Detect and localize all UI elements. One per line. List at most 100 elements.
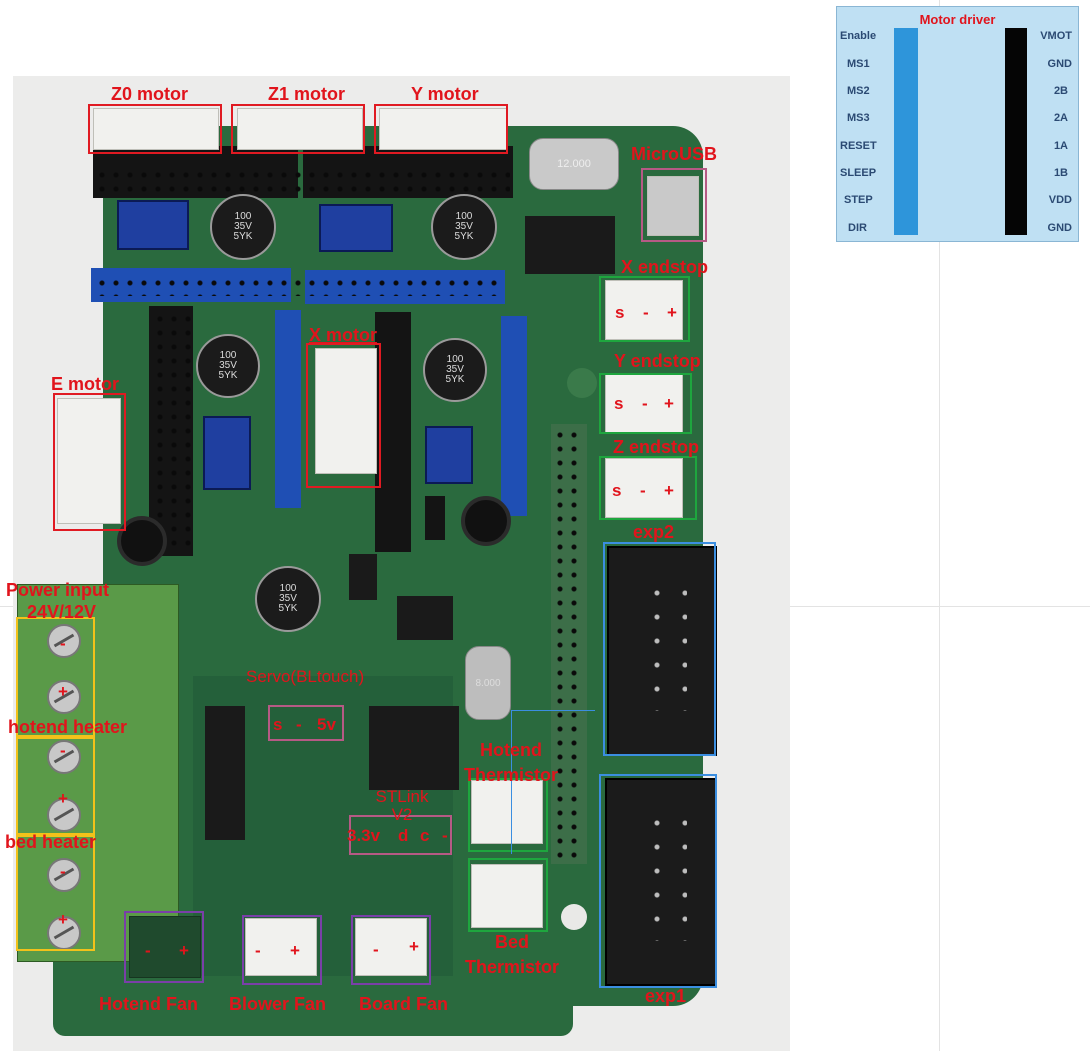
x-motor-box	[306, 343, 381, 488]
servo-label: Servo(BLtouch)	[246, 667, 365, 686]
mounting-jack	[461, 496, 511, 546]
mcu-chip	[369, 706, 459, 790]
board-fan-pin-plus: +	[409, 937, 419, 956]
hotend-fan-pin-minus: -	[145, 941, 151, 960]
hotend-heater-pin-plus: +	[58, 789, 68, 808]
legend-title: Motor driver	[919, 12, 996, 27]
power-voltage-label: 24V/12V	[27, 602, 97, 622]
header-pins	[95, 168, 510, 196]
z-endstop-pin-plus: +	[664, 481, 674, 500]
y-endstop-pin-minus: -	[642, 394, 648, 413]
driver-header-mid	[275, 310, 301, 508]
driver-header-right	[501, 316, 527, 516]
z-endstop-pin-s: s	[612, 481, 622, 500]
z1-motor-box	[231, 104, 365, 154]
y-endstop-pin-s: s	[614, 394, 624, 413]
stlink-pin-minus: -	[442, 826, 448, 845]
hotend-heater-label: hotend heater	[8, 717, 128, 737]
motor-driver-legend: Motor driver Enable MS1 MS2 MS3 RESET SL…	[836, 6, 1079, 242]
hotend-thermistor-label: Hotend Thermistor	[463, 740, 559, 785]
bed-heater-box	[16, 835, 95, 951]
capacitor: 100 35V 5YK	[255, 566, 321, 632]
usb-chip	[525, 216, 615, 274]
y-endstop-pin-plus: +	[664, 394, 674, 413]
jumper-block-3	[203, 416, 251, 490]
bed-heater-label: bed heater	[5, 832, 97, 852]
legend-right-pin: VDD	[1048, 194, 1072, 206]
x-endstop-label: X endstop	[621, 257, 709, 277]
exp2-box	[603, 542, 716, 756]
legend-left-pin: MS3	[847, 112, 870, 124]
bed-heater-pin-plus: +	[58, 910, 68, 929]
y-endstop-label: Y endstop	[614, 351, 701, 371]
mosfet	[425, 496, 445, 540]
exp1-box	[599, 774, 717, 988]
servo-pin-5v: 5v	[317, 715, 336, 734]
x-endstop-pin-plus: +	[667, 303, 677, 322]
z-endstop-label: Z endstop	[613, 437, 699, 457]
x-motor-label: X motor	[309, 325, 378, 345]
microusb-label: MicroUSB	[631, 144, 718, 164]
capacitor: 100 35V 5YK	[210, 194, 276, 260]
legend-right-pin: 1B	[1053, 167, 1068, 179]
header-pins	[153, 312, 191, 552]
blower-fan-box	[242, 915, 322, 985]
x-endstop-pin-s: s	[615, 303, 625, 322]
y-motor-box	[374, 104, 508, 154]
blower-fan-label: Blower Fan	[229, 994, 327, 1014]
jumper-block-2	[319, 204, 393, 252]
capacitor: 100 35V 5YK	[196, 334, 260, 398]
legend-left-pin: DIR	[848, 222, 867, 234]
z0-motor-label: Z0 motor	[111, 84, 189, 104]
legend-right-pin: 2B	[1053, 85, 1068, 97]
legend-right-pin: 1A	[1053, 140, 1068, 152]
legend-right-pin: VMOT	[1040, 30, 1072, 42]
microusb-box	[641, 168, 707, 242]
legend-left-pin: STEP	[844, 194, 873, 206]
y-motor-label: Y motor	[411, 84, 479, 104]
e-motor-label: E motor	[51, 374, 120, 394]
bed-thermistor-box	[468, 858, 548, 932]
hotend-heater-pin-minus: -	[60, 741, 66, 760]
header-pins	[95, 276, 501, 296]
stlink-pin-d: d	[398, 826, 409, 845]
legend-right-pin: 2A	[1053, 112, 1068, 124]
servo-pin-s: s	[273, 715, 283, 734]
mcu-crystal: 8.000	[465, 646, 511, 720]
legend-right-pin: GND	[1047, 222, 1072, 234]
power-input-label: Power input	[6, 580, 109, 600]
stlink-label: STLink V2	[375, 787, 429, 824]
board-fan-box	[351, 915, 431, 985]
jumper-block-1	[117, 200, 189, 250]
capacitor: 100 35V 5YK	[431, 194, 497, 260]
legend-right-bar	[1005, 28, 1027, 235]
bed-heater-pin-minus: -	[60, 862, 66, 881]
x-endstop-pin-minus: -	[643, 303, 649, 322]
power-pin-minus: -	[60, 634, 66, 653]
blower-fan-pin-plus: +	[290, 941, 300, 960]
stlink-pin-c: c	[420, 826, 430, 845]
stlink-pin-3v3: 3.3v	[347, 826, 381, 845]
fuse	[349, 554, 377, 600]
z0-motor-box	[88, 104, 222, 154]
jumper-block-4	[425, 426, 473, 484]
mounting-hole	[567, 368, 597, 398]
e-motor-box	[53, 393, 126, 531]
legend-left-bar	[894, 28, 918, 235]
power-pin-plus: +	[58, 682, 68, 701]
legend-right-pin: GND	[1047, 58, 1072, 70]
exp2-label: exp2	[633, 522, 675, 542]
regulator	[397, 596, 453, 640]
servo-pin-minus: -	[296, 715, 302, 734]
capacitor: 100 35V 5YK	[423, 338, 487, 402]
board-fan-label: Board Fan	[359, 994, 449, 1014]
mounting-hole	[561, 904, 587, 930]
legend-left-pin: RESET	[840, 140, 877, 152]
hotend-fan-pin-plus: +	[179, 941, 189, 960]
hotend-heater-box	[16, 737, 95, 835]
exp1-label: exp1	[645, 986, 687, 1006]
hotend-fan-label: Hotend Fan	[99, 994, 198, 1014]
z1-motor-label: Z1 motor	[268, 84, 346, 104]
bed-thermistor-label: Bed Thermistor	[464, 932, 560, 977]
legend-left-pin: MS1	[847, 58, 870, 70]
